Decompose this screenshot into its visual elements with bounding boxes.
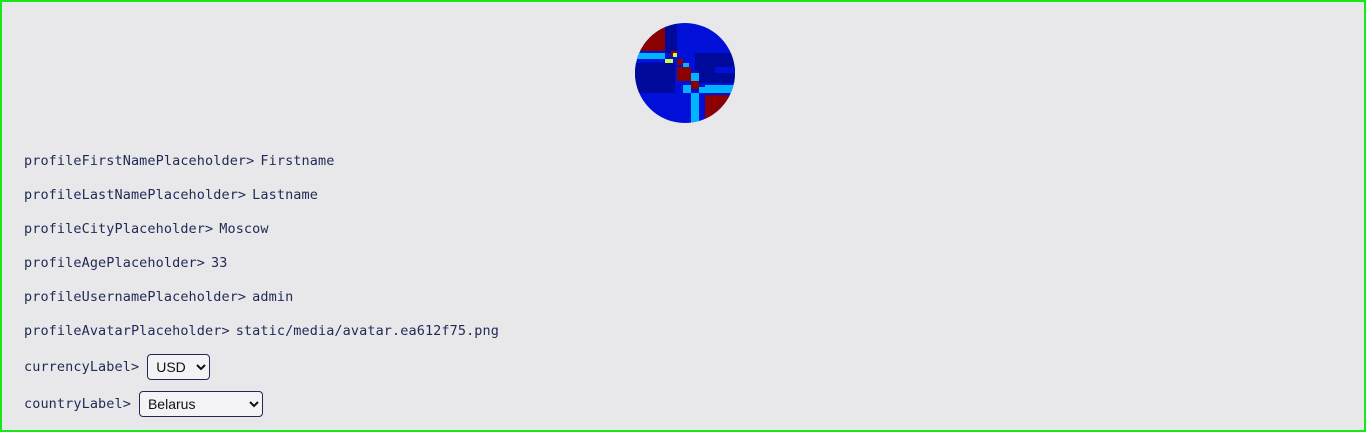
country-row: countryLabel > Belarus [24,385,499,422]
separator: > [237,187,247,203]
profile-row-lastname: profileLastNamePlaceholder > Lastname [24,178,499,212]
separator: > [237,289,247,305]
profile-key: profileLastNamePlaceholder [24,187,238,203]
profile-row-city: profileCityPlaceholder > Moscow [24,212,499,246]
profile-key: profileFirstNamePlaceholder [24,153,247,169]
profile-row-firstname: profileFirstNamePlaceholder > Firstname [24,144,499,178]
profile-key: profileCityPlaceholder [24,221,206,237]
currency-select[interactable]: USD [147,353,211,380]
profile-row-age: profileAgePlaceholder >33 [24,246,499,280]
profile-row-username: profileUsernamePlaceholder > admin [24,280,499,314]
separator: > [246,153,255,169]
page-frame: profileFirstNamePlaceholder > Firstname pr… [0,0,1366,432]
profile-value: 33 [211,255,228,271]
profile-key: profileAvatarPlaceholder [24,323,222,339]
separator: > [130,358,140,375]
profile-key: profileAgePlaceholder [24,255,197,271]
country-select[interactable]: Belarus [138,390,263,417]
separator: > [221,323,230,339]
avatar-image [635,23,735,123]
profile-row-avatar: profileAvatarPlaceholder > static/media/av… [24,314,499,348]
profile-value: Lastname [252,187,318,203]
avatar [635,23,735,123]
profile-list: profileFirstNamePlaceholder > Firstname pr… [24,144,499,422]
profile-value: Moscow [219,221,269,237]
currency-row: currencyLabel > USD [24,348,499,385]
currency-label: currencyLabel [24,358,131,375]
profile-value: Firstname [260,153,335,169]
profile-value: admin [252,289,294,305]
separator: > [122,395,131,412]
profile-key: profileUsernamePlaceholder [24,289,238,305]
country-label: countryLabel [24,395,123,412]
separator: > [205,221,214,237]
separator: > [196,255,206,271]
profile-value: static/media/avatar.ea612f75.png [235,323,499,339]
